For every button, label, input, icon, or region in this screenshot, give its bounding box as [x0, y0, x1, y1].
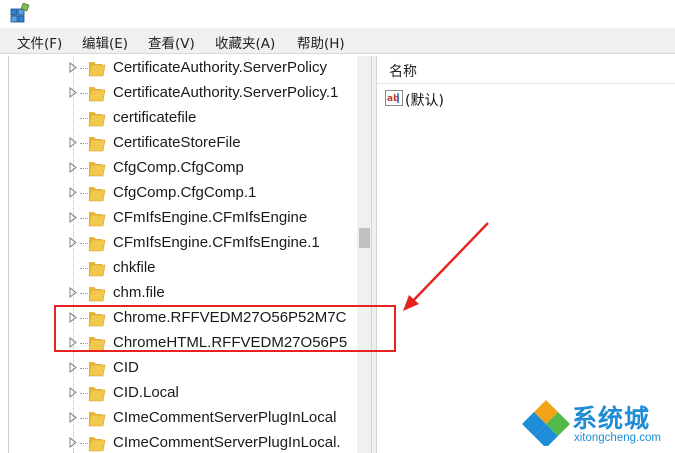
- tree-item[interactable]: certificatefile: [9, 106, 349, 131]
- folder-icon: [88, 87, 106, 102]
- watermark: 系统城 xitongcheng.com: [520, 396, 675, 453]
- tree-item[interactable]: CertificateStoreFile: [9, 131, 349, 156]
- registry-editor-icon: [10, 3, 30, 23]
- title-bar: [0, 0, 675, 28]
- folder-icon: [88, 162, 106, 177]
- scrollbar-thumb[interactable]: [359, 228, 370, 248]
- folder-icon: [88, 112, 106, 127]
- tree-item[interactable]: CID: [9, 356, 349, 381]
- watermark-text: 系统城: [572, 404, 651, 433]
- menu-bar: 文件(F) 编辑(E) 查看(V) 收藏夹(A) 帮助(H): [0, 28, 675, 54]
- tree-item[interactable]: CImeCommentServerPlugInLocal: [9, 406, 349, 431]
- tree-item[interactable]: chm.file: [9, 281, 349, 306]
- expand-arrow-icon[interactable]: [69, 62, 77, 73]
- expand-arrow-icon[interactable]: [69, 362, 77, 373]
- folder-icon: [88, 187, 106, 202]
- expand-arrow-icon[interactable]: [69, 287, 77, 298]
- expand-arrow-icon[interactable]: [69, 187, 77, 198]
- menu-favorites[interactable]: 收藏夹(A): [215, 32, 275, 52]
- tree-item-label: chm.file: [113, 284, 165, 301]
- highlight-box: [54, 305, 396, 352]
- expand-arrow-icon[interactable]: [69, 387, 77, 398]
- tree-item-label: CImeCommentServerPlugInLocal.: [113, 434, 341, 451]
- tree-item[interactable]: CertificateAuthority.ServerPolicy.1: [9, 81, 349, 106]
- expand-arrow-icon[interactable]: [69, 87, 77, 98]
- menu-help[interactable]: 帮助(H): [297, 32, 345, 52]
- watermark-logo-icon: [522, 400, 570, 446]
- tree-item[interactable]: CID.Local: [9, 381, 349, 406]
- folder-icon: [88, 362, 106, 377]
- annotation-arrow: [403, 222, 489, 311]
- value-row-default[interactable]: ab (默认): [385, 88, 585, 110]
- watermark-url: xitongcheng.com: [574, 432, 661, 444]
- folder-icon: [88, 287, 106, 302]
- expand-arrow-icon[interactable]: [69, 212, 77, 223]
- folder-icon: [88, 62, 106, 77]
- expand-arrow-icon[interactable]: [69, 137, 77, 148]
- expand-arrow-icon[interactable]: [69, 237, 77, 248]
- menu-file[interactable]: 文件(F): [17, 32, 62, 52]
- expand-arrow-icon[interactable]: [69, 412, 77, 423]
- tree-item-label: CertificateStoreFile: [113, 134, 241, 151]
- column-header[interactable]: 名称: [377, 56, 675, 84]
- tree-item-label: CertificateAuthority.ServerPolicy.1: [113, 84, 339, 101]
- tree-item[interactable]: chkfile: [9, 256, 349, 281]
- column-name-header[interactable]: 名称: [389, 61, 417, 81]
- menu-edit[interactable]: 编辑(E): [82, 32, 128, 52]
- expand-arrow-icon[interactable]: [69, 437, 77, 448]
- tree-item-label: CFmIfsEngine.CFmIfsEngine: [113, 209, 308, 226]
- tree-item[interactable]: CFmIfsEngine.CFmIfsEngine: [9, 206, 349, 231]
- registry-key-tree[interactable]: CertificateAuthority.ServerPolicy Certifi…: [8, 56, 371, 453]
- folder-icon: [88, 387, 106, 402]
- value-name: (默认): [405, 93, 444, 109]
- tree-item-label: CertificateAuthority.ServerPolicy: [113, 59, 327, 76]
- tree-item[interactable]: CfgComp.CfgComp.1: [9, 181, 349, 206]
- folder-icon: [88, 437, 106, 452]
- tree-item-label: CImeCommentServerPlugInLocal: [113, 409, 337, 426]
- tree-item-label: CID.Local: [113, 384, 179, 401]
- tree-item-label: certificatefile: [113, 109, 197, 126]
- string-value-icon: ab: [385, 90, 403, 106]
- tree-vertical-scrollbar[interactable]: [357, 56, 371, 453]
- expand-arrow-icon[interactable]: [69, 162, 77, 173]
- menu-view[interactable]: 查看(V): [148, 32, 195, 52]
- folder-icon: [88, 237, 106, 252]
- tree-item[interactable]: CFmIfsEngine.CFmIfsEngine.1: [9, 231, 349, 256]
- folder-icon: [88, 137, 106, 152]
- tree-item[interactable]: CImeCommentServerPlugInLocal.: [9, 431, 349, 453]
- folder-icon: [88, 212, 106, 227]
- tree-item-label: CfgComp.CfgComp: [113, 159, 244, 176]
- folder-icon: [88, 412, 106, 427]
- tree-item-label: CfgComp.CfgComp.1: [113, 184, 257, 201]
- tree-item-label: CID: [113, 359, 139, 376]
- tree-item-label: CFmIfsEngine.CFmIfsEngine.1: [113, 234, 320, 251]
- tree-item[interactable]: CertificateAuthority.ServerPolicy: [9, 56, 349, 81]
- folder-icon: [88, 262, 106, 277]
- tree-item[interactable]: CfgComp.CfgComp: [9, 156, 349, 181]
- tree-item-label: chkfile: [113, 259, 156, 276]
